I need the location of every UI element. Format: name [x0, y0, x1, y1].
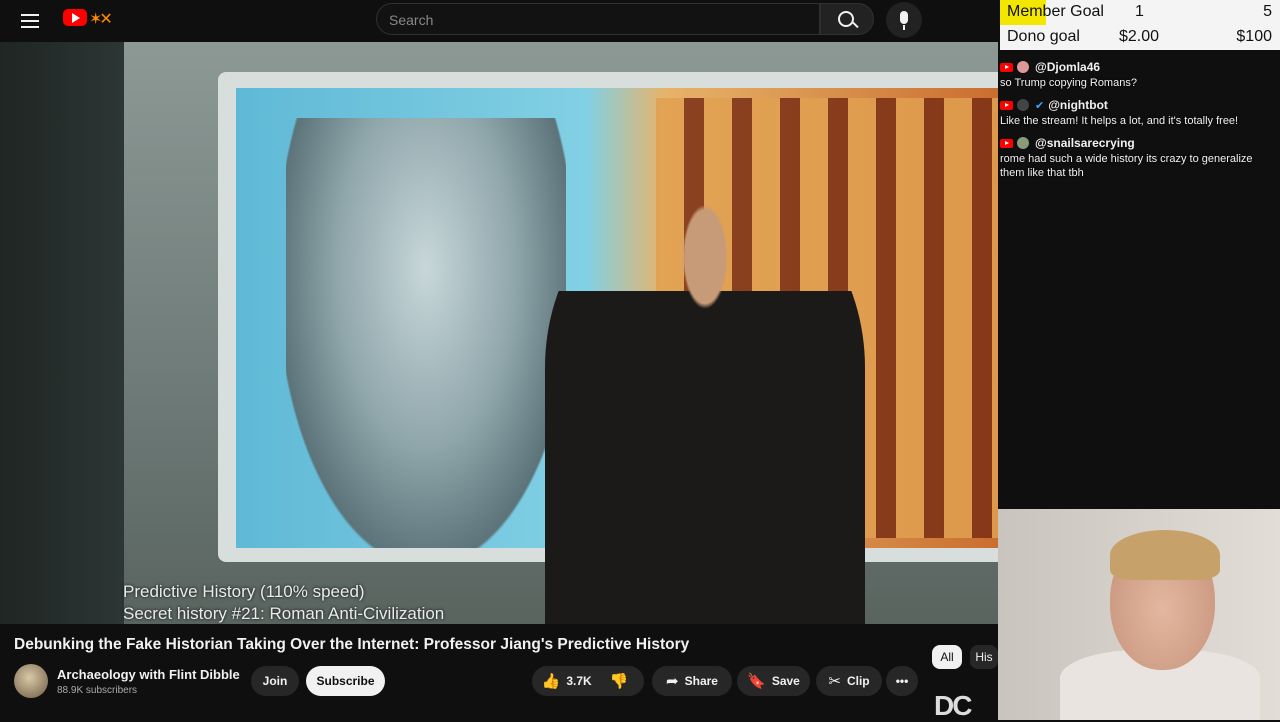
streamer-hair: [1110, 530, 1220, 580]
hamburger-icon[interactable]: [18, 10, 42, 30]
dono-goal-target: $100: [1236, 28, 1272, 45]
youtube-icon: [1000, 62, 1013, 72]
thumbs-down-icon[interactable]: 👎: [610, 672, 629, 690]
video-player[interactable]: Predictive History (110% speed) Secret h…: [0, 42, 998, 624]
scissors-icon: ✂: [828, 673, 841, 690]
thumbs-up-icon[interactable]: 👍: [542, 672, 561, 690]
channel-avatar[interactable]: [14, 664, 48, 698]
search-box[interactable]: [376, 3, 820, 36]
video-title: Debunking the Fake Historian Taking Over…: [14, 636, 690, 653]
top-bar: ✶✕: [0, 0, 998, 40]
chat-overlay: @Djomla46 so Trump copying Romans? ✔ @ni…: [1000, 58, 1280, 186]
member-goal-label: Member Goal: [1007, 3, 1104, 20]
avatar: [1017, 99, 1029, 111]
chat-text: rome had such a wide history its crazy t…: [1000, 153, 1253, 179]
save-button[interactable]: 🔖 Save: [737, 666, 810, 696]
like-dislike-group: 👍 3.7K 👎: [532, 666, 644, 696]
chat-username: @snailsarecrying: [1035, 136, 1135, 150]
chat-text: Like the stream! It helps a lot, and it'…: [1000, 115, 1239, 127]
search-icon: [838, 11, 854, 27]
statue-bust: [286, 118, 566, 548]
more-actions-button[interactable]: •••: [886, 666, 918, 696]
search-button[interactable]: [820, 3, 874, 35]
logo-doodle-icon[interactable]: ✶✕: [89, 9, 113, 29]
video-caption-line2: Secret history #21: Roman Anti-Civilizat…: [123, 604, 445, 623]
chat-text: so Trump copying Romans?: [1000, 77, 1137, 89]
join-button[interactable]: Join: [251, 666, 299, 696]
youtube-icon: [1000, 138, 1013, 148]
chat-message: @Djomla46 so Trump copying Romans?: [1000, 58, 1280, 90]
dono-goal-current: $2.00: [1119, 28, 1160, 45]
youtube-icon: [1000, 100, 1013, 110]
avatar: [1017, 61, 1029, 73]
subscribe-button[interactable]: Subscribe: [306, 666, 385, 696]
channel-name[interactable]: Archaeology with Flint Dibble: [57, 667, 240, 682]
presenter: [545, 197, 865, 624]
channel-watermark: DC: [934, 690, 972, 721]
subscriber-count: 88.9K subscribers: [57, 685, 138, 696]
member-goal-current: 1: [1135, 3, 1144, 20]
search-input[interactable]: [377, 4, 791, 36]
member-goal-target: 5: [1263, 3, 1272, 20]
avatar: [1017, 137, 1029, 149]
clip-button[interactable]: ✂ Clip: [816, 666, 882, 696]
chat-message: @snailsarecrying rome had such a wide hi…: [1000, 134, 1280, 180]
chat-username: @Djomla46: [1035, 60, 1101, 74]
chat-username: @nightbot: [1048, 98, 1108, 112]
chip-history[interactable]: His: [970, 645, 998, 669]
dono-goal-label: Dono goal: [1007, 28, 1080, 45]
chip-all[interactable]: All: [932, 645, 962, 669]
video-caption-line1: Predictive History (110% speed): [123, 582, 365, 601]
youtube-logo[interactable]: [63, 9, 87, 26]
bookmark-icon: 🔖: [747, 673, 766, 690]
like-count[interactable]: 3.7K: [566, 674, 591, 688]
mic-icon: [900, 11, 908, 24]
more-icon: •••: [895, 674, 909, 688]
share-icon: ➦: [666, 673, 679, 690]
voice-search-button[interactable]: [886, 2, 922, 38]
verified-badge-icon: ✔: [1035, 99, 1045, 112]
share-button[interactable]: ➦ Share: [652, 666, 732, 696]
goal-overlay: Member Goal 1 5 Dono goal $2.00 $100: [1000, 0, 1280, 50]
chat-message: ✔ @nightbot Like the stream! It helps a …: [1000, 96, 1280, 128]
member-goal-row: Member Goal 1 5: [1000, 0, 1280, 25]
dono-goal-row: Dono goal $2.00 $100: [1000, 25, 1280, 50]
